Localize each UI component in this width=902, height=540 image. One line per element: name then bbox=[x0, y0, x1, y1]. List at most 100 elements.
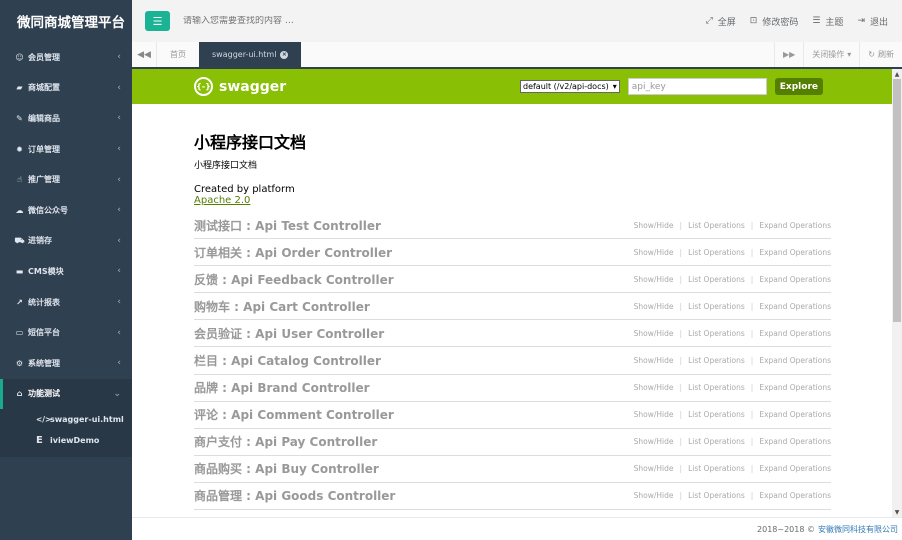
controller-name[interactable]: 商品管理 : Api Goods Controller bbox=[194, 487, 634, 504]
sidebar-item-mall-config[interactable]: ▰ 商城配置 ‹ bbox=[0, 73, 132, 104]
scroll-up-icon[interactable]: ▲ bbox=[892, 69, 902, 79]
expand-operations-link[interactable]: Expand Operations bbox=[759, 302, 831, 311]
sidebar-item-system[interactable]: ⚙ 系统管理 ‹ bbox=[0, 348, 132, 379]
tabs-scroll-left-button[interactable]: ◀◀ bbox=[132, 42, 157, 67]
show-hide-link[interactable]: Show/Hide bbox=[634, 356, 674, 365]
sidebar-item-member[interactable]: ☺ 会员管理 ‹ bbox=[0, 42, 132, 73]
list-operations-link[interactable]: List Operations bbox=[688, 248, 745, 257]
show-hide-link[interactable]: Show/Hide bbox=[634, 464, 674, 473]
list-operations-link[interactable]: List Operations bbox=[688, 491, 745, 500]
show-hide-link[interactable]: Show/Hide bbox=[634, 491, 674, 500]
show-hide-link[interactable]: Show/Hide bbox=[634, 383, 674, 392]
show-hide-link[interactable]: Show/Hide bbox=[634, 275, 674, 284]
controller-name[interactable]: 反馈 : Api Feedback Controller bbox=[194, 271, 634, 288]
expand-operations-link[interactable]: Expand Operations bbox=[759, 437, 831, 446]
list-operations-link[interactable]: List Operations bbox=[688, 464, 745, 473]
controller-name[interactable]: 商户支付 : Api Pay Controller bbox=[194, 433, 634, 450]
expand-operations-link[interactable]: Expand Operations bbox=[759, 221, 831, 230]
sidebar-item-orders[interactable]: ✹ 订单管理 ‹ bbox=[0, 134, 132, 165]
sidebar-item-cms[interactable]: ▬ CMS模块 ‹ bbox=[0, 256, 132, 287]
sidebar-submenu: </> swagger-ui.html E iviewDemo bbox=[0, 409, 132, 458]
expand-operations-link[interactable]: Expand Operations bbox=[759, 491, 831, 500]
expand-operations-link[interactable]: Expand Operations bbox=[759, 383, 831, 392]
swagger-logo[interactable]: {-} swagger bbox=[194, 77, 286, 96]
sidebar-item-label: 进销存 bbox=[28, 236, 52, 246]
expand-operations-link[interactable]: Expand Operations bbox=[759, 464, 831, 473]
chevron-left-icon: ‹ bbox=[117, 205, 121, 216]
theme-label: 主题 bbox=[825, 17, 844, 28]
sidebar-item-edit-goods[interactable]: ✎ 编辑商品 ‹ bbox=[0, 103, 132, 134]
list-operations-link[interactable]: List Operations bbox=[688, 356, 745, 365]
tabs-scroll-right-button[interactable]: ▶▶ bbox=[773, 42, 803, 67]
close-icon[interactable]: × bbox=[280, 50, 289, 59]
controller-ops: Show/Hide | List Operations | Expand Operati… bbox=[634, 329, 831, 338]
sidebar-item-wechat[interactable]: ☁ 微信公众号 ‹ bbox=[0, 195, 132, 226]
logout-button[interactable]: ⇥ 退出 bbox=[857, 15, 888, 28]
expand-operations-link[interactable]: Expand Operations bbox=[759, 248, 831, 257]
expand-operations-link[interactable]: Expand Operations bbox=[759, 275, 831, 284]
explore-button[interactable]: Explore bbox=[774, 78, 823, 95]
sidebar-item-function-test[interactable]: ⌂ 功能测试 ⌄ bbox=[0, 378, 132, 410]
controller-name[interactable]: 会员验证 : Api User Controller bbox=[194, 325, 634, 342]
expand-operations-link[interactable]: Expand Operations bbox=[759, 410, 831, 419]
fullscreen-button[interactable]: ⤢ 全屏 bbox=[706, 15, 736, 28]
ops-divider: | bbox=[679, 356, 683, 366]
sidebar-subitem-iview[interactable]: E iviewDemo bbox=[0, 430, 132, 451]
footer: 2018~2018 © 安徽微同科技有限公司 bbox=[132, 517, 902, 540]
change-password-button[interactable]: ⊡ 修改密码 bbox=[750, 15, 799, 28]
controller-name[interactable]: 购物车 : Api Cart Controller bbox=[194, 298, 634, 315]
sidebar-subitem-swagger[interactable]: </> swagger-ui.html bbox=[0, 409, 132, 430]
license-link[interactable]: Apache 2.0 bbox=[194, 195, 831, 206]
expand-operations-link[interactable]: Expand Operations bbox=[759, 356, 831, 365]
controller-name[interactable]: 栏目 : Api Catalog Controller bbox=[194, 352, 634, 369]
controller-row: 商品搜索 : Api Search ControllerShow/Hide|Li… bbox=[194, 510, 831, 518]
controller-name[interactable]: 品牌 : Api Brand Controller bbox=[194, 379, 634, 396]
list-operations-link[interactable]: List Operations bbox=[688, 410, 745, 419]
sidebar-item-inventory[interactable]: ⛟ 进销存 ‹ bbox=[0, 226, 132, 257]
scroll-down-icon[interactable]: ▼ bbox=[892, 507, 902, 517]
ops-divider: | bbox=[679, 328, 683, 338]
search-input[interactable] bbox=[183, 16, 443, 26]
controller-row: 商品管理 : Api Goods Controller Show/Hide | Lis… bbox=[194, 483, 831, 511]
menu-toggle-button[interactable]: ☰ bbox=[145, 11, 170, 31]
show-hide-link[interactable]: Show/Hide bbox=[634, 302, 674, 311]
sidebar-item-reports[interactable]: ↗ 统计报表 ‹ bbox=[0, 287, 132, 318]
ops-divider: | bbox=[750, 437, 754, 447]
code-icon: </> bbox=[36, 415, 52, 425]
bank-icon: ⌂ bbox=[16, 389, 23, 399]
controller-name[interactable]: 评论 : Api Comment Controller bbox=[194, 406, 634, 423]
sidebar-item-sms[interactable]: ▭ 短信平台 ‹ bbox=[0, 317, 132, 348]
list-operations-link[interactable]: List Operations bbox=[688, 329, 745, 338]
tab-home[interactable]: 首页 bbox=[157, 42, 199, 67]
ops-divider: | bbox=[679, 464, 683, 474]
api-docs-select[interactable]: default (/v2/api-docs) ▾ bbox=[519, 80, 620, 93]
controller-name[interactable]: 订单相关 : Api Order Controller bbox=[194, 244, 634, 261]
show-hide-link[interactable]: Show/Hide bbox=[634, 329, 674, 338]
credit-card-icon: ▬ bbox=[15, 266, 24, 276]
sidebar-item-promotion[interactable]: ☝ 推广管理 ‹ bbox=[0, 164, 132, 195]
api-key-input[interactable]: api_key bbox=[627, 78, 767, 95]
close-operations-dropdown[interactable]: 关闭操作 ▾ bbox=[803, 42, 859, 67]
list-operations-link[interactable]: List Operations bbox=[688, 221, 745, 230]
controller-name[interactable]: 商品购买 : Api Buy Controller bbox=[194, 460, 634, 477]
list-operations-link[interactable]: List Operations bbox=[688, 383, 745, 392]
tab-swagger[interactable]: swagger-ui.html × bbox=[199, 42, 302, 67]
footer-company-link[interactable]: 安徽微同科技有限公司 bbox=[818, 524, 898, 535]
controller-name[interactable]: 测试接口 : Api Test Controller bbox=[194, 217, 634, 234]
show-hide-link[interactable]: Show/Hide bbox=[634, 248, 674, 257]
scroll-thumb[interactable] bbox=[893, 79, 901, 322]
list-operations-link[interactable]: List Operations bbox=[688, 302, 745, 311]
show-hide-link[interactable]: Show/Hide bbox=[634, 221, 674, 230]
show-hide-link[interactable]: Show/Hide bbox=[634, 437, 674, 446]
show-hide-link[interactable]: Show/Hide bbox=[634, 410, 674, 419]
theme-button[interactable]: ☰ 主题 bbox=[812, 15, 843, 28]
expand-operations-link[interactable]: Expand Operations bbox=[759, 329, 831, 338]
chevron-left-icon: ‹ bbox=[117, 297, 121, 308]
refresh-button[interactable]: ↻ 刷新 bbox=[859, 42, 902, 67]
ops-divider: | bbox=[679, 410, 683, 420]
scrollbar[interactable]: ▲ ▼ bbox=[892, 69, 902, 517]
list-operations-link[interactable]: List Operations bbox=[688, 275, 745, 284]
list-operations-link[interactable]: List Operations bbox=[688, 437, 745, 446]
sidebar-item-label: 推广管理 bbox=[28, 175, 60, 185]
swagger-frame: {-} swagger default (/v2/api-docs) ▾ api… bbox=[132, 69, 892, 517]
